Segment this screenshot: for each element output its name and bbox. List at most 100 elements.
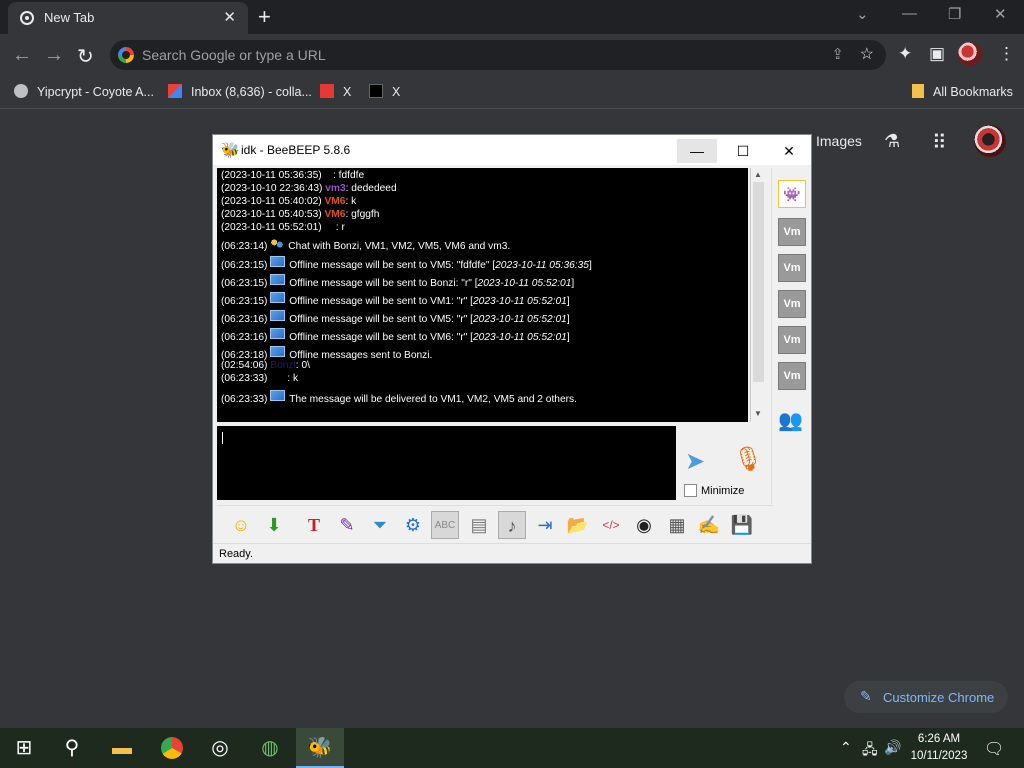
send-icon[interactable]: ➤ bbox=[685, 447, 705, 476]
bookmark-item[interactable]: Inbox (8,636) - colla... bbox=[168, 84, 312, 99]
tab-close-icon[interactable]: ✕ bbox=[223, 8, 236, 26]
export-icon[interactable]: ⇥ bbox=[531, 511, 559, 539]
edit-icon[interactable]: ✍ bbox=[695, 511, 723, 539]
side-panel-icon[interactable]: ▣ bbox=[929, 44, 945, 64]
profile-avatar[interactable] bbox=[958, 42, 982, 66]
color-icon[interactable]: ✎ bbox=[333, 511, 361, 539]
beebeep-app-icon: 🐝 bbox=[221, 142, 240, 159]
window-close-button[interactable]: ✕ bbox=[994, 5, 1007, 23]
bookmark-item[interactable]: Yipcrypt - Coyote A... bbox=[14, 84, 154, 99]
chat-line: (02:54:06) Bonzi: 0\ bbox=[221, 360, 310, 371]
notifications-icon[interactable]: 🗨 bbox=[984, 739, 1004, 759]
apps-grid-icon[interactable]: ⠿ bbox=[932, 130, 947, 155]
omnibox-placeholder: Search Google or type a URL bbox=[142, 47, 326, 63]
group-avatar-icon[interactable]: 👾 bbox=[778, 180, 806, 208]
share-icon[interactable]: ⇪ bbox=[831, 45, 844, 63]
envelope-icon bbox=[270, 256, 286, 267]
images-link[interactable]: Images bbox=[816, 133, 862, 149]
beebeep-titlebar[interactable]: 🐝 idk - BeeBEEP 5.8.6 — ☐ ✕ bbox=[213, 135, 811, 165]
user-avatar-vm[interactable]: Vm bbox=[778, 254, 806, 282]
volume-icon[interactable]: 🔊 bbox=[884, 739, 901, 756]
camera-icon[interactable]: ◉ bbox=[630, 511, 658, 539]
scroll-thumb[interactable] bbox=[753, 182, 764, 382]
window-minimize-button[interactable]: — bbox=[902, 5, 917, 22]
network-app-icon[interactable]: ◍ bbox=[246, 728, 294, 768]
file-explorer-icon[interactable]: ▬ bbox=[98, 728, 146, 768]
chat-line: (2023-10-11 05:52:01) : r bbox=[221, 222, 345, 233]
customize-chrome-button[interactable]: ✎ Customize Chrome bbox=[844, 681, 1008, 713]
bookmarks-bar: Yipcrypt - Coyote A... Inbox (8,636) - c… bbox=[0, 76, 1024, 109]
note-icon[interactable]: ♪ bbox=[498, 511, 526, 539]
download-icon[interactable]: ⬇ bbox=[260, 511, 288, 539]
font-icon[interactable]: T bbox=[300, 511, 328, 539]
save-icon[interactable]: 💾 bbox=[728, 511, 756, 539]
new-tab-button[interactable]: + bbox=[258, 4, 271, 30]
window-restore-button[interactable]: ❐ bbox=[948, 5, 961, 23]
beebeep-maximize-button[interactable]: ☐ bbox=[723, 139, 763, 163]
screenshot-icon[interactable]: ▦ bbox=[663, 511, 691, 539]
network-icon[interactable]: 🖧 bbox=[862, 739, 878, 763]
user-avatar-vm[interactable]: Vm bbox=[778, 362, 806, 390]
scroll-down-icon[interactable]: ▼ bbox=[754, 409, 762, 418]
all-bookmarks[interactable]: All Bookmarks bbox=[912, 84, 1013, 99]
bookmark-item[interactable]: X bbox=[369, 84, 400, 99]
envelope-icon bbox=[270, 310, 286, 321]
folder-icon bbox=[912, 84, 924, 98]
pencil-icon: ✎ bbox=[860, 688, 872, 704]
labs-icon[interactable]: ⚗ bbox=[884, 131, 900, 152]
chat-line: (2023-10-10 22:36:43) vm3: dededeed bbox=[221, 183, 397, 194]
scroll-up-icon[interactable]: ▲ bbox=[754, 170, 762, 179]
text-caret bbox=[222, 432, 223, 444]
user-avatar-vm[interactable]: Vm bbox=[778, 290, 806, 318]
bookmark-star-icon[interactable]: ☆ bbox=[860, 44, 874, 64]
chat-line: (06:23:33) The message will be delivered… bbox=[221, 390, 577, 405]
menu-icon[interactable]: ⋮ bbox=[998, 44, 1015, 64]
envelope-icon bbox=[270, 328, 286, 339]
chat-line: (2023-10-11 05:40:53) VM6: gfggfh bbox=[221, 209, 380, 220]
chat-line: (06:23:18) Offline messages sent to Bonz… bbox=[221, 346, 432, 361]
beebeep-close-button[interactable]: ✕ bbox=[769, 139, 809, 163]
back-button[interactable]: ← bbox=[12, 44, 32, 67]
tray-overflow-icon[interactable]: ⌃ bbox=[840, 739, 852, 756]
obs-icon[interactable]: ◎ bbox=[196, 728, 244, 768]
folder-icon[interactable]: 📂 bbox=[564, 511, 592, 539]
spellcheck-icon[interactable]: ABC bbox=[431, 511, 459, 539]
chat-scrollbar[interactable]: ▲ ▼ bbox=[750, 168, 766, 422]
bookmark-item[interactable]: X bbox=[320, 84, 351, 99]
tab-strip: New Tab ✕ + ⌄ — ❐ ✕ bbox=[0, 0, 1024, 34]
clock[interactable]: 6:26 AM 10/11/2023 bbox=[908, 731, 970, 765]
extensions-icon[interactable]: ✦ bbox=[898, 44, 912, 64]
user-list: 👾 Vm Vm Vm Vm Vm 👥 bbox=[771, 168, 812, 504]
envelope-icon bbox=[270, 292, 286, 303]
filter-icon[interactable]: ⏷ bbox=[366, 511, 394, 539]
group-users-icon[interactable]: 👥 bbox=[778, 408, 803, 433]
omnibox[interactable]: Search Google or type a URL ⇪ ☆ bbox=[110, 40, 886, 70]
beebeep-minimize-button[interactable]: — bbox=[677, 139, 717, 163]
minimize-checkbox[interactable] bbox=[684, 484, 697, 497]
account-avatar[interactable] bbox=[974, 125, 1006, 157]
chat-line: (06:23:15) Offline message will be sent … bbox=[221, 256, 592, 271]
forward-button[interactable]: → bbox=[44, 44, 64, 67]
start-icon[interactable]: ⊞ bbox=[0, 728, 48, 768]
user-avatar-vm[interactable]: Vm bbox=[778, 326, 806, 354]
beebeep-taskbar-icon[interactable]: 🐝 bbox=[296, 728, 344, 768]
html-icon[interactable]: </> bbox=[597, 511, 625, 539]
smiley-icon[interactable]: ☺ bbox=[227, 511, 255, 539]
reload-button[interactable]: ↻ bbox=[77, 44, 94, 69]
settings-icon[interactable]: ⚙ bbox=[399, 511, 427, 539]
tab-search-icon[interactable]: ⌄ bbox=[856, 5, 869, 23]
chat-line: (06:23:15) Offline message will be sent … bbox=[221, 274, 574, 289]
autocomplete-icon[interactable]: ▤ bbox=[465, 511, 493, 539]
x-red-icon bbox=[320, 84, 334, 98]
message-input[interactable] bbox=[217, 426, 676, 500]
x-icon bbox=[369, 84, 383, 98]
chrome-taskbar-icon[interactable] bbox=[148, 728, 196, 768]
tab-title: New Tab bbox=[44, 10, 95, 25]
search-icon[interactable]: ⚲ bbox=[48, 728, 96, 768]
tab-new-tab[interactable]: New Tab ✕ bbox=[8, 2, 248, 34]
microphone-icon[interactable]: 🎙 bbox=[733, 445, 763, 474]
chat-toolbar: ☺ ⬇ T ✎ ⏷ ⚙ ABC ▤ ♪ ⇥ 📂 </> ◉ ▦ ✍ 💾 bbox=[217, 505, 773, 546]
chat-history[interactable]: (2023-10-11 05:36:35) : fdfdfe (2023-10-… bbox=[217, 168, 748, 422]
user-avatar-vm[interactable]: Vm bbox=[778, 218, 806, 246]
chat-line: (06:23:16) Offline message will be sent … bbox=[221, 328, 570, 343]
